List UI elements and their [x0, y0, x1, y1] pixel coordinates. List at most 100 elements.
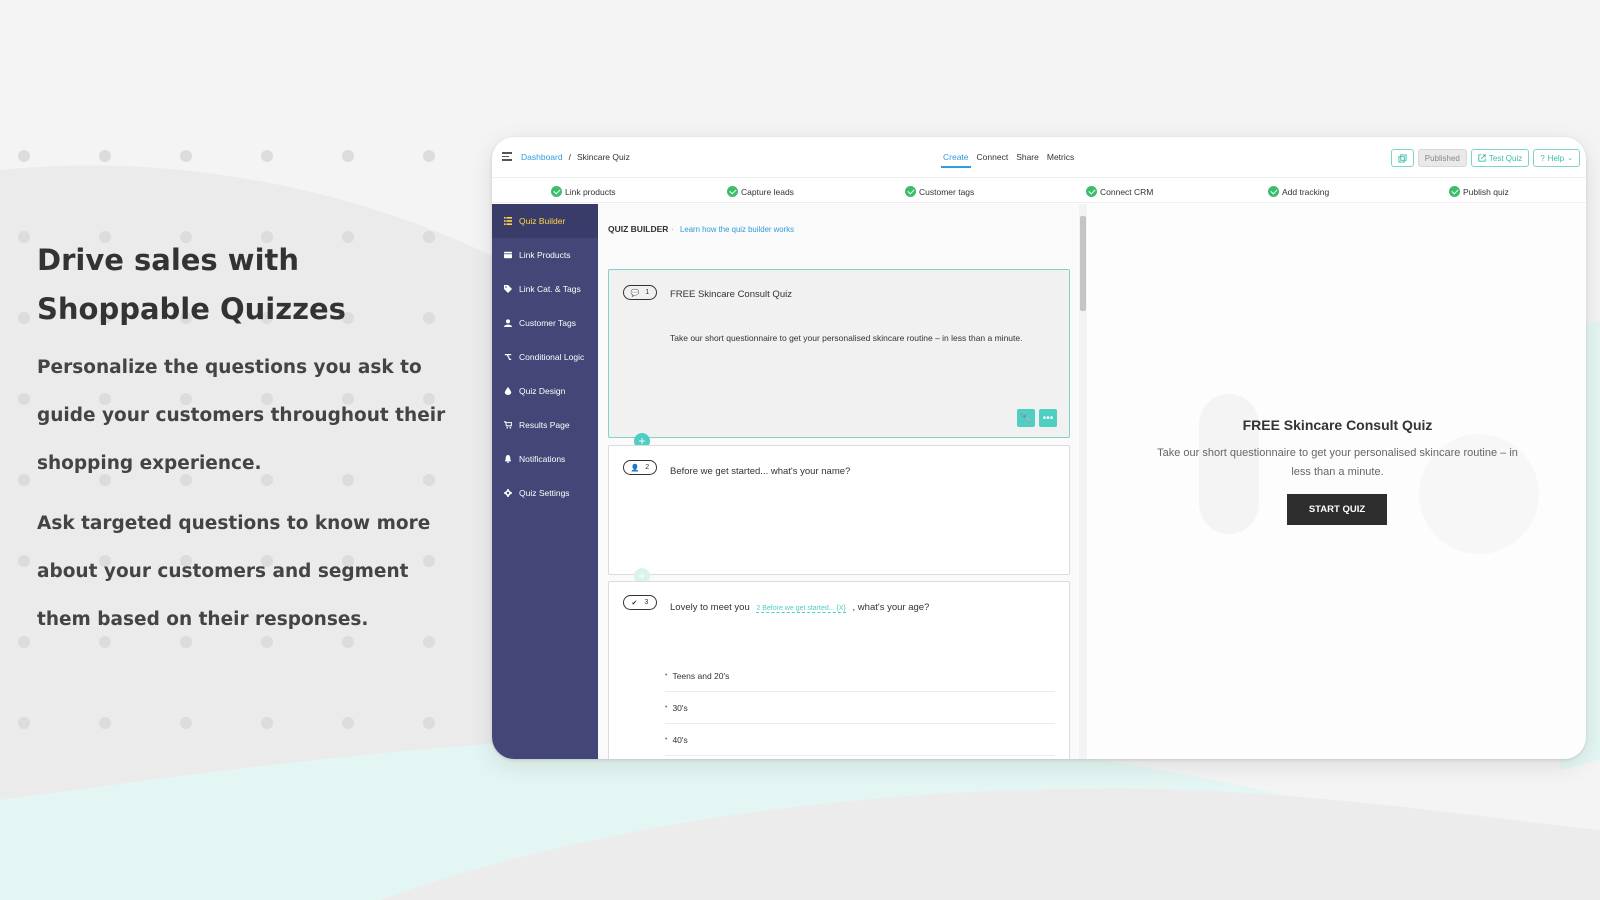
test-quiz-label: Test Quiz — [1488, 153, 1523, 163]
ellipsis-icon: ••• — [1042, 412, 1054, 424]
sidebar-item-label: Notifications — [519, 454, 566, 464]
breadcrumb-current: Skincare Quiz — [576, 152, 630, 162]
sidebar-item-quiz-design[interactable]: Quiz Design — [492, 374, 598, 408]
tab-share[interactable]: Share — [1016, 152, 1039, 162]
hero-title-line1: Drive sales with — [37, 243, 300, 277]
sidebar-item-label: Link Products — [519, 250, 571, 260]
question-1-description: Take our short questionnaire to get your… — [670, 333, 1023, 343]
sidebar-item-label: Conditional Logic — [519, 352, 585, 362]
copy-button[interactable] — [1390, 149, 1414, 167]
hero-text: Drive sales with Shoppable Quizzes Perso… — [37, 236, 467, 644]
wrench-icon: 🔧 — [1019, 412, 1033, 424]
test-quiz-button[interactable]: Test Quiz — [1470, 149, 1530, 167]
preview-title: FREE Skincare Consult Quiz — [1242, 417, 1433, 433]
check-circle-icon — [1086, 186, 1097, 197]
tab-create[interactable]: Create — [941, 152, 971, 168]
gear-icon — [504, 489, 512, 497]
sidebar-item-quiz-builder[interactable]: Quiz Builder — [492, 204, 598, 238]
background-dot — [18, 393, 30, 405]
question-2-title: Before we get started... what's your nam… — [670, 466, 851, 477]
step-label: Add tracking — [1282, 186, 1330, 197]
scrollbar-thumb[interactable] — [1080, 216, 1086, 311]
step-customer-tags[interactable]: Customer tags — [905, 186, 974, 197]
sidebar-item-label: Customer Tags — [519, 318, 577, 328]
hero-title-line2: Shoppable Quizzes — [37, 292, 346, 326]
background-dot — [423, 717, 435, 729]
quiz-builder-panel: QUIZ BUILDER · Learn how the quiz builde… — [598, 204, 1081, 759]
tab-connect[interactable]: Connect — [977, 152, 1009, 162]
question-3-title: Lovely to meet you 2 Before we get start… — [670, 602, 929, 613]
edit-question-button[interactable]: 🔧 — [1017, 409, 1035, 427]
sidebar-item-link-products[interactable]: Link Products — [492, 238, 598, 272]
topbar: Dashboard / Skincare Quiz Create Connect… — [492, 137, 1586, 177]
background-dot — [99, 717, 111, 729]
builder-scrollbar[interactable] — [1079, 204, 1087, 759]
question-card-3[interactable]: ✔ 3 Lovely to meet you 2 Before we get s… — [608, 581, 1070, 759]
background-dot — [342, 150, 354, 162]
sidebar-item-label: Results Page — [519, 420, 570, 430]
more-options-button[interactable]: ••• — [1039, 409, 1057, 427]
help-question-icon: ? — [1540, 153, 1545, 163]
chevron-down-icon: ⌄ — [1567, 155, 1573, 162]
answer-option[interactable]: 30's — [665, 692, 1055, 724]
sidebar-item-label: Quiz Builder — [519, 216, 566, 226]
hero-title: Drive sales with Shoppable Quizzes — [37, 236, 467, 334]
question-badge-2: 👤 2 — [623, 460, 657, 475]
chat-bubble-icon: 💬 — [630, 289, 640, 297]
checkmark-icon: ✔ — [631, 599, 638, 607]
sidebar-item-results-page[interactable]: Results Page — [492, 408, 598, 442]
sidebar-item-notifications[interactable]: Notifications — [492, 442, 598, 476]
sidebar-item-label: Quiz Settings — [519, 488, 570, 498]
builder-help-link[interactable]: Learn how the quiz builder works — [680, 225, 794, 234]
answer-option[interactable]: Teens and 20's — [665, 660, 1055, 692]
hero-paragraph-1: Personalize the questions you ask to gui… — [37, 357, 446, 474]
step-publish-quiz[interactable]: Publish quiz — [1449, 186, 1509, 197]
question-badge-1: 💬 1 — [623, 285, 657, 300]
sidebar-item-quiz-settings[interactable]: Quiz Settings — [492, 476, 598, 510]
builder-title: QUIZ BUILDER — [608, 224, 669, 234]
step-connect-crm[interactable]: Connect CRM — [1086, 186, 1153, 197]
branch-icon — [504, 354, 512, 360]
tab-metrics[interactable]: Metrics — [1047, 152, 1074, 162]
step-capture-leads[interactable]: Capture leads — [727, 186, 794, 197]
top-actions: Published Test Quiz ? Help ⌄ — [1390, 149, 1580, 167]
sidebar-item-conditional-logic[interactable]: Conditional Logic — [492, 340, 598, 374]
step-label: Customer tags — [919, 186, 975, 197]
background-dot — [18, 717, 30, 729]
background-dot — [261, 150, 273, 162]
help-button[interactable]: ? Help ⌄ — [1533, 149, 1580, 167]
question-card-2[interactable]: 👤 2 Before we get started... what's your… — [608, 445, 1070, 575]
question-1-title: FREE Skincare Consult Quiz — [670, 289, 792, 300]
breadcrumb: Dashboard / Skincare Quiz — [521, 152, 630, 162]
question-number: 2 — [645, 464, 650, 471]
app-window: Dashboard / Skincare Quiz Create Connect… — [492, 137, 1586, 759]
box-icon — [504, 251, 512, 259]
step-label: Capture leads — [741, 186, 794, 197]
sidebar-item-customer-tags[interactable]: Customer Tags — [492, 306, 598, 340]
answer-option[interactable]: 40's — [665, 724, 1055, 756]
background-dot — [261, 717, 273, 729]
bell-icon — [504, 455, 512, 463]
check-circle-icon — [1268, 186, 1279, 197]
menu-icon[interactable] — [502, 152, 512, 161]
background-dot — [99, 150, 111, 162]
start-quiz-button[interactable]: START QUIZ — [1287, 494, 1387, 525]
published-status-button[interactable]: Published — [1417, 149, 1467, 167]
sidebar: Quiz Builder Link Products Link Cat. & T… — [492, 204, 598, 759]
background-dot — [18, 312, 30, 324]
breadcrumb-dashboard[interactable]: Dashboard — [521, 152, 563, 162]
person-icon: 👤 — [630, 464, 640, 472]
check-circle-icon — [551, 186, 562, 197]
check-circle-icon — [727, 186, 738, 197]
background-dot — [180, 717, 192, 729]
answer-piping-pill[interactable]: 2 Before we get started... {X} — [756, 605, 846, 613]
tag-icon — [504, 285, 512, 293]
help-label: Help — [1547, 153, 1565, 163]
sidebar-item-label: Quiz Design — [519, 386, 566, 396]
question-card-1[interactable]: 💬 1 FREE Skincare Consult Quiz Take our … — [608, 269, 1070, 438]
sidebar-item-link-cat-tags[interactable]: Link Cat. & Tags — [492, 272, 598, 306]
nav-tabs: Create Connect Share Metrics — [941, 152, 1074, 168]
step-link-products[interactable]: Link products — [551, 186, 616, 197]
background-dot — [18, 231, 30, 243]
step-add-tracking[interactable]: Add tracking — [1268, 186, 1329, 197]
